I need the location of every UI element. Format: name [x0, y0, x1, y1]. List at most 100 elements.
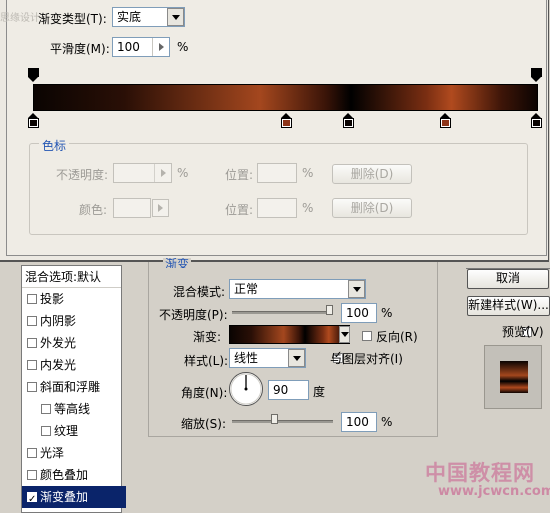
- opacity-stop-left[interactable]: [28, 68, 39, 82]
- watermark-text: 思缘设计: [0, 13, 40, 24]
- align-with-layer-label: 与图层对齐(I): [330, 352, 403, 366]
- opacity-value: 100: [346, 306, 369, 320]
- watermark-url: www.jcwcn.com: [438, 484, 550, 499]
- style-item-color-overlay[interactable]: 颜色叠加: [22, 464, 126, 486]
- color-stop-3[interactable]: [343, 113, 354, 128]
- color-stop-swatch: [533, 120, 540, 126]
- scale-input[interactable]: 100: [341, 412, 377, 432]
- scale-unit: %: [381, 415, 393, 429]
- opacity-unit: %: [381, 306, 393, 320]
- scale-slider-thumb[interactable]: [271, 414, 279, 424]
- gradient-type-select[interactable]: 实底: [112, 7, 185, 27]
- stop-color-swatch[interactable]: [113, 198, 151, 218]
- stop-color-location-percent: %: [302, 201, 314, 215]
- color-stop-1[interactable]: [28, 113, 39, 128]
- style-item-label: 颜色叠加: [40, 468, 89, 482]
- angle-dial-icon[interactable]: [228, 371, 264, 407]
- chevron-right-icon[interactable]: [154, 164, 171, 182]
- style-item-drop-shadow[interactable]: 投影: [22, 288, 126, 310]
- color-stops-title: 色标: [39, 137, 70, 154]
- checkbox[interactable]: [41, 404, 51, 414]
- style-item-inner-glow[interactable]: 内发光: [22, 354, 126, 376]
- style-item-inner-shadow[interactable]: 内阴影: [22, 310, 126, 332]
- style-item-satin[interactable]: 光泽: [22, 442, 126, 464]
- angle-input[interactable]: 90: [268, 380, 309, 400]
- chevron-right-icon[interactable]: [152, 38, 169, 56]
- checkbox[interactable]: [27, 489, 37, 511]
- style-value: 线性: [234, 351, 259, 365]
- style-item-label: 内阴影: [40, 314, 77, 328]
- smoothness-percent: %: [177, 40, 189, 54]
- scale-slider[interactable]: [232, 420, 333, 423]
- style-item-label: 等高线: [54, 402, 91, 416]
- opacity-stop-right[interactable]: [531, 68, 542, 82]
- stop-opacity-percent: %: [177, 166, 189, 180]
- gradient-preview-bar[interactable]: [33, 84, 538, 111]
- style-item-texture[interactable]: 纹理: [22, 420, 140, 442]
- angle-value: 90: [273, 383, 289, 397]
- angle-unit: 度: [313, 385, 326, 399]
- color-stop-4[interactable]: [440, 113, 451, 128]
- checkbox[interactable]: [27, 316, 37, 326]
- style-item-bevel-emboss[interactable]: 斜面和浮雕: [22, 376, 126, 398]
- style-item-label: 外发光: [40, 336, 77, 350]
- gradient-picker[interactable]: [229, 325, 350, 344]
- color-stops-group: [29, 143, 528, 235]
- checkbox[interactable]: [27, 448, 37, 458]
- delete-color-stop-button[interactable]: 删除(D): [332, 198, 412, 218]
- style-item-outer-glow[interactable]: 外发光: [22, 332, 126, 354]
- style-item-label: 光泽: [40, 446, 65, 460]
- style-item-label: 投影: [40, 292, 65, 306]
- ok-button-edge: [466, 262, 550, 269]
- reverse-checkbox[interactable]: [362, 331, 372, 341]
- style-label: 样式(L):: [184, 354, 229, 368]
- opacity-slider[interactable]: [232, 311, 333, 314]
- style-list: 混合选项:默认 投影 内阴影 外发光 内发光 斜面和浮雕 等高线 纹理 光泽 颜…: [21, 265, 126, 513]
- checkbox[interactable]: [27, 294, 37, 304]
- style-item-gradient-overlay[interactable]: 渐变叠加: [22, 486, 126, 511]
- cancel-button[interactable]: 取消: [467, 269, 549, 289]
- stop-opacity-label: 不透明度:: [56, 168, 109, 182]
- opacity-label: 不透明度(P):: [159, 308, 228, 322]
- chevron-down-icon[interactable]: [288, 349, 305, 367]
- stop-opacity-location-input[interactable]: [257, 163, 297, 183]
- preview-label: 预览(V): [502, 325, 544, 339]
- smoothness-value: 100: [117, 40, 140, 54]
- checkbox[interactable]: [41, 426, 51, 436]
- color-stop-2[interactable]: [281, 113, 292, 128]
- checkbox[interactable]: [27, 382, 37, 392]
- chevron-down-icon[interactable]: [339, 326, 350, 343]
- delete-opacity-stop-button[interactable]: 删除(D): [332, 164, 412, 184]
- stop-color-location-input[interactable]: [257, 198, 297, 218]
- preview-swatch: [500, 361, 528, 393]
- reverse-label: 反向(R): [376, 330, 418, 344]
- style-item-label: 斜面和浮雕: [40, 380, 101, 394]
- blending-options-item[interactable]: 混合选项:默认: [22, 266, 121, 288]
- opacity-input[interactable]: 100: [341, 303, 377, 323]
- color-stop-swatch: [442, 120, 449, 126]
- style-item-contour[interactable]: 等高线: [22, 398, 140, 420]
- opacity-slider-thumb[interactable]: [326, 305, 333, 315]
- blend-mode-select[interactable]: 正常: [229, 279, 366, 299]
- smoothness-input[interactable]: 100: [112, 37, 170, 57]
- chevron-down-icon[interactable]: [167, 8, 184, 26]
- style-item-label: 纹理: [54, 424, 79, 438]
- checkbox[interactable]: [27, 338, 37, 348]
- stop-opacity-input[interactable]: [113, 163, 172, 183]
- color-stop-swatch: [345, 120, 352, 126]
- blend-mode-value: 正常: [234, 282, 259, 296]
- blending-options-label: 混合选项:默认: [25, 270, 102, 284]
- color-stop-5[interactable]: [531, 113, 542, 128]
- stop-color-label: 颜色:: [79, 203, 108, 217]
- checkbox[interactable]: [27, 470, 37, 480]
- gradient-type-value: 实底: [117, 10, 142, 24]
- scale-label: 缩放(S):: [181, 417, 227, 431]
- checkbox[interactable]: [27, 360, 37, 370]
- chevron-right-icon[interactable]: [152, 199, 169, 217]
- new-style-button[interactable]: 新建样式(W)...: [467, 296, 550, 316]
- style-item-label: 内发光: [40, 358, 77, 372]
- stop-opacity-location-label: 位置:: [225, 168, 254, 182]
- chevron-down-icon[interactable]: [348, 280, 365, 298]
- smoothness-label: 平滑度(M):: [50, 42, 110, 56]
- style-select[interactable]: 线性: [229, 348, 306, 368]
